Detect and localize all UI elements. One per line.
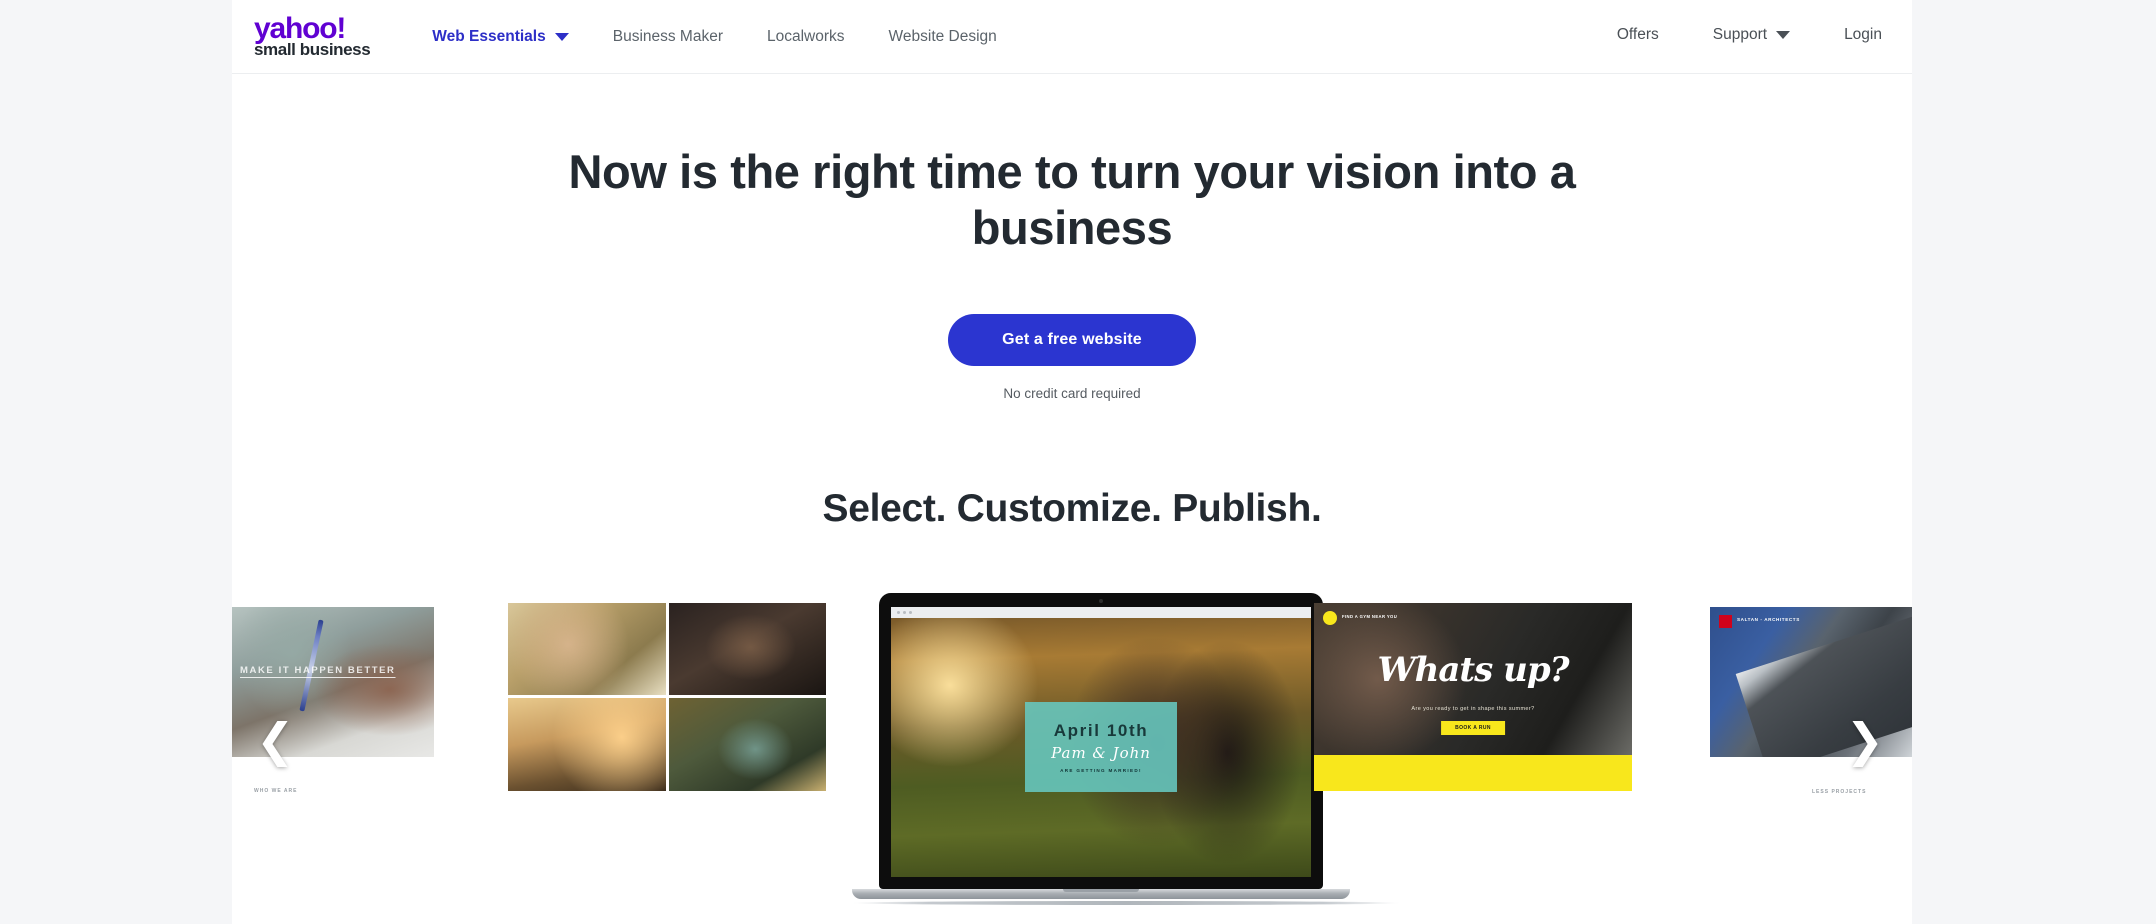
card-footer-label: LESS PROJECTS xyxy=(1812,788,1867,795)
book-a-run-button[interactable]: BOOK A RUN xyxy=(1441,721,1505,736)
logo-sub-text: small business xyxy=(254,39,371,59)
wedding-names: Pam & John xyxy=(1051,744,1151,763)
architects-logo-label: SALTAN - ARCHITECTS xyxy=(1737,616,1800,622)
wedding-announcement-card: April 10th Pam & John ARE GETTING MARRIE… xyxy=(1025,702,1177,793)
laptop-base xyxy=(852,888,1350,899)
laptop-shadow xyxy=(852,900,1400,905)
hero-cta-wrap: Get a free website No credit card requir… xyxy=(232,313,1912,401)
carousel-card-photo-grid[interactable] xyxy=(508,602,826,791)
nav-item-label: Offers xyxy=(1616,25,1659,43)
gym-logo-icon xyxy=(1323,610,1337,625)
browser-chrome-bar xyxy=(891,606,1311,618)
wedding-date: April 10th xyxy=(1053,721,1149,741)
templates-section: Select. Customize. Publish. ❮ MAKE IT HA… xyxy=(232,487,1912,924)
architects-logo-icon xyxy=(1719,614,1732,628)
nav-item-support[interactable]: Support xyxy=(1712,25,1791,44)
yahoo-small-business-logo[interactable]: yahoo! small business xyxy=(254,11,371,59)
whats-up-subtitle: Are you ready to get in shape this summe… xyxy=(1411,706,1535,713)
no-credit-card-note: No credit card required xyxy=(1003,385,1141,401)
hero-section: Now is the right time to turn your visio… xyxy=(232,74,1912,401)
carousel-card-whats-up[interactable]: FIND A GYM NEAR YOU Whats up? Are you re… xyxy=(1314,602,1632,791)
grid-tile-blossom-portrait xyxy=(508,602,666,696)
window-dot-icon xyxy=(909,610,912,614)
get-a-free-website-button[interactable]: Get a free website xyxy=(948,313,1196,366)
nav-item-offers[interactable]: Offers xyxy=(1617,26,1659,44)
nav-item-login[interactable]: Login xyxy=(1844,26,1882,44)
page-container: yahoo! small business Web Essentials Bus… xyxy=(232,0,1912,924)
page-title: Now is the right time to turn your visio… xyxy=(568,145,1576,254)
secondary-navigation: Offers Support Login xyxy=(1563,26,1882,44)
nav-item-label: Web Essentials xyxy=(432,27,546,45)
grid-tile-sunflower-woman xyxy=(668,698,826,791)
card-footer-label: WHO WE ARE xyxy=(254,787,298,794)
chevron-right-icon[interactable]: ❯ xyxy=(1845,717,1884,763)
grid-tile-bearded-man xyxy=(668,602,826,696)
wedding-couple-photo: April 10th Pam & John ARE GETTING MARRIE… xyxy=(891,617,1311,877)
laptop-lid: April 10th Pam & John ARE GETTING MARRIE… xyxy=(879,592,1323,889)
window-dot-icon xyxy=(903,610,906,614)
nav-item-business-maker[interactable]: Business Maker xyxy=(613,28,723,46)
whats-up-title: Whats up? xyxy=(1377,649,1569,690)
site-header: yahoo! small business Web Essentials Bus… xyxy=(232,0,1912,74)
nav-item-label: Business Maker xyxy=(612,27,723,45)
nav-item-label: Localworks xyxy=(767,27,845,45)
gym-logo-label: FIND A GYM NEAR YOU xyxy=(1342,613,1398,619)
template-carousel: ❮ MAKE IT HAPPEN BETTER WHO WE ARE April… xyxy=(232,592,1912,924)
nav-item-localworks[interactable]: Localworks xyxy=(767,28,845,46)
logo-brand-text: yahoo! xyxy=(254,11,346,45)
nav-item-web-essentials[interactable]: Web Essentials xyxy=(432,27,569,46)
laptop-screen: April 10th Pam & John ARE GETTING MARRIE… xyxy=(891,606,1311,877)
bridge-runners-photo: FIND A GYM NEAR YOU Whats up? Are you re… xyxy=(1314,602,1632,755)
chevron-down-icon xyxy=(1776,30,1791,39)
wedding-subtitle: ARE GETTING MARRIED! xyxy=(1060,768,1142,774)
nav-item-label: Login xyxy=(1844,25,1882,43)
section-title: Select. Customize. Publish. xyxy=(822,486,1322,530)
nav-item-website-design[interactable]: Website Design xyxy=(889,28,997,46)
chevron-down-icon xyxy=(554,32,569,41)
webcam-icon xyxy=(1099,598,1103,603)
nav-item-label: Support xyxy=(1712,25,1768,43)
nav-item-label: Website Design xyxy=(888,27,997,45)
primary-navigation: Web Essentials Business Maker Localworks… xyxy=(432,28,1041,46)
yellow-band xyxy=(1314,754,1632,791)
window-dot-icon xyxy=(897,610,900,614)
chevron-left-icon[interactable]: ❮ xyxy=(256,717,295,763)
grid-tile-sunset-field xyxy=(508,698,666,791)
carousel-card-wedding-laptop[interactable]: April 10th Pam & John ARE GETTING MARRIE… xyxy=(852,592,1400,913)
card-caption: MAKE IT HAPPEN BETTER xyxy=(240,664,396,676)
